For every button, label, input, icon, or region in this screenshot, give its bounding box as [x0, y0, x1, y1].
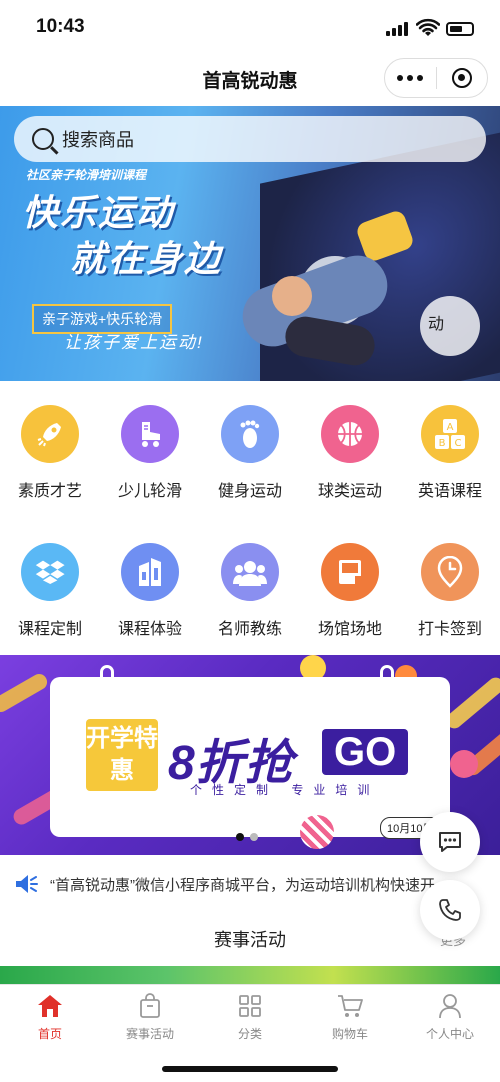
category-label: 课程体验 — [117, 621, 182, 638]
chat-icon — [439, 832, 461, 852]
category-item[interactable]: 课程定制 — [0, 543, 100, 639]
page: 10:43 首高锐动惠 搜索商品 社区亲子轮滑培训课程 快乐运动 就在身边 亲子… — [0, 0, 500, 1082]
home-icon — [36, 993, 64, 1019]
promo-subtitle: 个性定制 专业培训 — [190, 783, 380, 797]
hero-slogan: 让孩子爱上运动! — [64, 333, 204, 352]
section-title: 赛事活动 — [214, 930, 286, 950]
svg-text:A: A — [447, 422, 454, 433]
category-item[interactable]: 球类运动 — [300, 405, 400, 501]
category-label: 场馆场地 — [317, 621, 382, 638]
chat-button[interactable] — [420, 812, 480, 872]
dropbox-icon — [21, 543, 79, 601]
grid-icon — [236, 993, 264, 1019]
tab-label: 购物车 — [331, 1027, 368, 1041]
category-label: 健身运动 — [217, 483, 282, 500]
tab-label: 首页 — [37, 1027, 62, 1041]
hero-headline-1: 快乐运动 — [22, 192, 175, 233]
mini-program-capsule — [384, 58, 488, 98]
more-menu-icon[interactable] — [385, 58, 436, 98]
decor-ball — [450, 750, 478, 778]
location-pin-icon — [421, 543, 479, 601]
tab-profile[interactable]: 个人中心 — [400, 985, 500, 1082]
speaker-icon — [16, 875, 38, 893]
status-time: 10:43 — [36, 16, 85, 37]
category-item[interactable]: 少儿轮滑 — [100, 405, 200, 501]
category-label: 少儿轮滑 — [117, 483, 182, 500]
nav-bar: 首高锐动惠 — [0, 56, 500, 104]
category-grid-row-1: 素质才艺 少儿轮滑 健身运动 球类运动 ABC 英语课程 — [0, 405, 500, 501]
category-grid-row-2: 课程定制 课程体验 名师教练 场馆场地 打卡签到 — [0, 543, 500, 639]
category-item[interactable]: 场馆场地 — [300, 543, 400, 639]
ball-icon — [321, 405, 379, 463]
category-label: 名师教练 — [217, 621, 282, 638]
tab-label: 分类 — [237, 1027, 262, 1041]
carousel-indicator — [236, 833, 258, 841]
venue-book-icon — [321, 543, 379, 601]
abc-blocks-icon: ABC — [421, 405, 479, 463]
rocket-icon — [21, 405, 79, 463]
binder-ring — [100, 665, 114, 691]
notice-text: “首高锐动惠”微信小程序商城平台，为运动培训机构快速开... — [50, 876, 448, 894]
hero-banner[interactable]: 搜索商品 社区亲子轮滑培训课程 快乐运动 就在身边 亲子游戏+快乐轮滑 让孩子爱… — [0, 106, 500, 381]
search-icon — [32, 128, 54, 150]
decor-stripe — [443, 674, 500, 732]
event-banner-preview[interactable] — [0, 966, 500, 984]
svg-text:C: C — [455, 438, 462, 449]
battery-icon — [446, 22, 474, 36]
category-item[interactable]: 素质才艺 — [0, 405, 100, 501]
people-icon — [221, 543, 279, 601]
category-item[interactable]: 课程体验 — [100, 543, 200, 639]
category-label: 课程定制 — [17, 621, 82, 638]
category-item[interactable]: 名师教练 — [200, 543, 300, 639]
category-item[interactable]: 健身运动 — [200, 405, 300, 501]
category-label: 英语课程 — [417, 483, 482, 500]
binder-ring — [380, 665, 394, 691]
close-mini-program-icon[interactable] — [436, 58, 487, 98]
svg-text:B: B — [439, 438, 446, 449]
category-item[interactable]: 打卡签到 — [400, 543, 500, 639]
decor-ball — [300, 815, 334, 849]
brand-logo: 动 — [428, 316, 445, 333]
cart-icon — [336, 993, 364, 1019]
hero-subtitle: 社区亲子轮滑培训课程 — [26, 168, 147, 182]
search-placeholder: 搜索商品 — [62, 130, 134, 150]
tab-label: 个人中心 — [425, 1027, 474, 1041]
decor-stripe — [0, 671, 50, 715]
category-item[interactable]: ABC 英语课程 — [400, 405, 500, 501]
footprint-icon — [221, 405, 279, 463]
building-icon — [121, 543, 179, 601]
phone-icon — [439, 899, 461, 921]
status-bar: 10:43 — [0, 0, 500, 56]
promo-go: GO — [322, 729, 409, 775]
tab-label: 赛事活动 — [125, 1027, 174, 1041]
bag-icon — [136, 993, 164, 1019]
category-label: 素质才艺 — [17, 483, 82, 500]
user-icon — [436, 993, 464, 1019]
search-bar[interactable]: 搜索商品 — [14, 116, 486, 162]
wifi-icon — [416, 18, 440, 36]
tab-home[interactable]: 首页 — [0, 985, 100, 1082]
skater-head — [272, 276, 312, 316]
phone-button[interactable] — [420, 880, 480, 940]
promo-ribbon: 开学特惠 — [86, 719, 158, 791]
hero-headline-2: 就在身边 — [70, 238, 223, 279]
category-label: 打卡签到 — [417, 621, 482, 638]
signal-icon — [386, 22, 408, 36]
roller-skate-icon — [121, 405, 179, 463]
home-indicator — [162, 1066, 338, 1072]
category-label: 球类运动 — [317, 483, 382, 500]
